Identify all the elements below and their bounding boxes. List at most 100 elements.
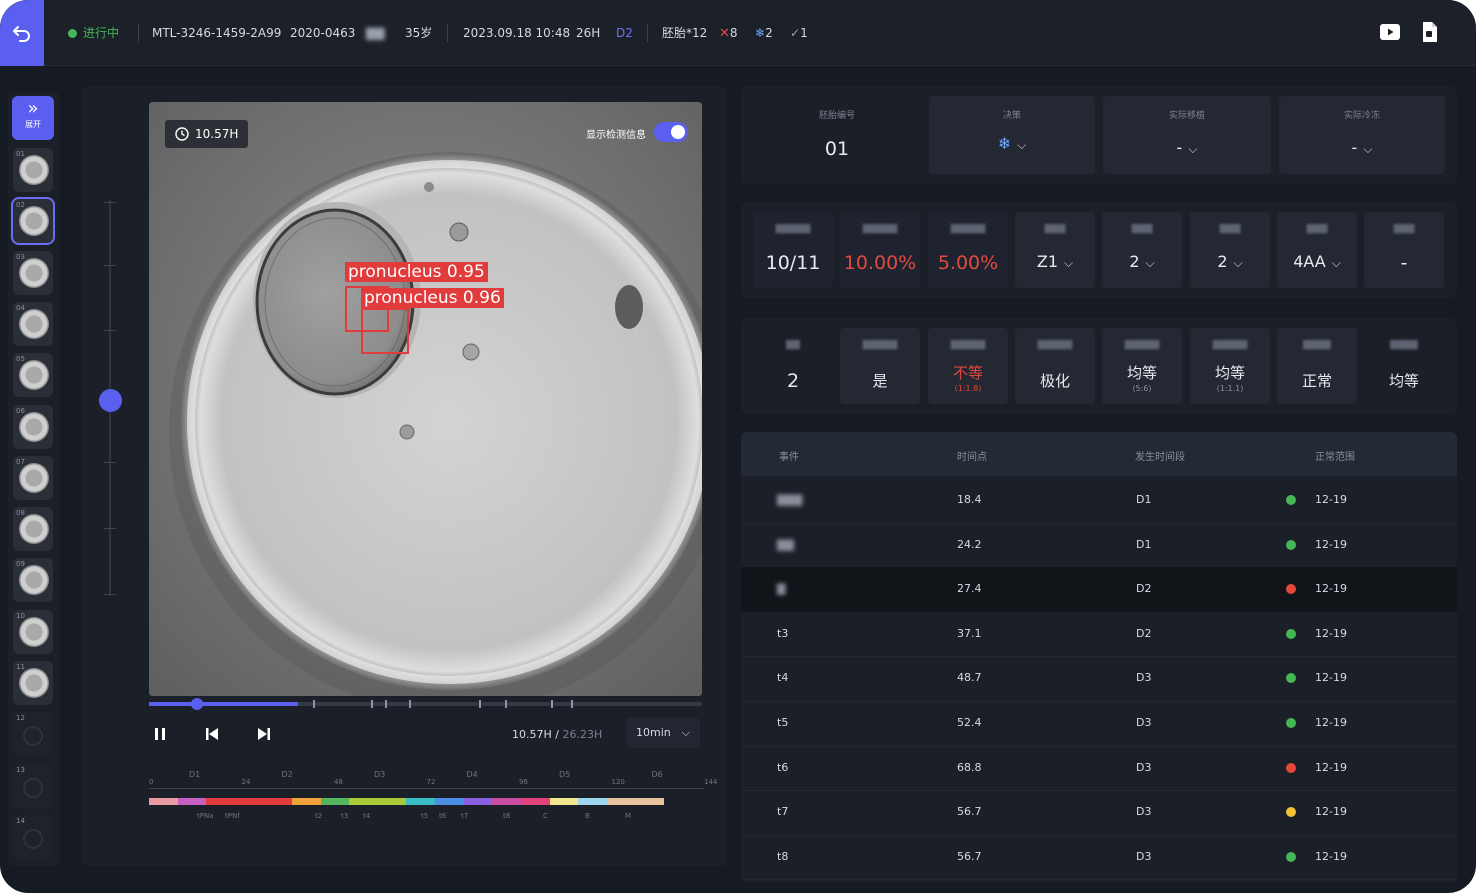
embryo-thumbnail[interactable]: 08 (13, 507, 53, 552)
report-document-icon[interactable] (1418, 20, 1442, 44)
chevron-down-icon: ⌵ (1331, 256, 1341, 270)
embryo-thumbnail[interactable]: 05 (13, 353, 53, 398)
embryo-preview-image (19, 565, 49, 596)
snowflake-icon: ❄ (755, 26, 766, 40)
score-select[interactable]: ▇▇▇ Z1 ⌵ (1015, 212, 1095, 288)
status-dot (1286, 495, 1296, 505)
status-dot (1286, 718, 1296, 728)
table-row[interactable]: t8 56.7 D3 12-19 (741, 835, 1457, 880)
embryo-thumbnail[interactable]: 09 (13, 558, 53, 603)
table-row[interactable]: t7 56.7 D3 12-19 (741, 790, 1457, 835)
actual-transfer-select[interactable]: 实际移植 - ⌵ (1103, 96, 1271, 174)
range-cell: 12-19 (1315, 582, 1347, 596)
table-row[interactable]: ▇ 27.4 D2 12-19 (741, 567, 1457, 612)
actual-transfer-label: 实际移植 (1168, 111, 1205, 121)
detection-toggle-switch[interactable] (654, 122, 688, 142)
back-button[interactable] (0, 0, 44, 66)
table-row[interactable]: ▇▇ 24.2 D1 12-19 (741, 523, 1457, 568)
feature-card: ▇▇▇▇▇ 极化 (1015, 328, 1095, 404)
development-timeline[interactable]: D1 D2 D3 D4 D5 D6 0 24 48 72 96 120 144 tPNa tPNf t2 t3… (149, 770, 717, 830)
embryo-thumbnail[interactable]: 03 (13, 250, 53, 295)
timeline-hour-label: 96 (519, 778, 528, 786)
table-row[interactable]: t6 68.8 D3 12-19 (741, 746, 1457, 791)
feature-card: ▇▇▇▇ 正常 (1277, 328, 1357, 404)
timeline-day-label: D1 (189, 770, 201, 779)
embryo-thumbnail[interactable]: 07 (13, 455, 53, 500)
embryo-number-label: 胚胎编号 (818, 111, 855, 121)
time-cell: 27.4 (957, 582, 982, 596)
period-cell: D3 (1136, 716, 1152, 729)
total-time: 26.23H (562, 728, 603, 741)
table-row[interactable]: t5 52.4 D3 12-19 (741, 701, 1457, 746)
playback-interval-select[interactable]: 10min ⌵ (626, 718, 700, 748)
embryo-thumbnail[interactable]: 12 (13, 712, 53, 757)
cleavage-features-panel: ▇▇ 2 ▇▇▇▇▇ 是 ▇▇▇▇▇ 不等 (1:1.8) ▇▇▇▇▇ 极化 ▇▇▇▇▇ 均等 (5:… (741, 318, 1457, 414)
embryo-number-card: 胚胎编号 01 (749, 96, 925, 174)
time-cell: 48.7 (957, 671, 982, 685)
feature-card: ▇▇ 2 (753, 328, 833, 404)
embryo-video-frame[interactable]: 10.57H 显示检测信息 pronucleus 0.95 pronucleus… (149, 102, 702, 696)
range-cell: 12-19 (1315, 671, 1347, 685)
focal-plane-slider-handle[interactable] (99, 389, 122, 412)
embryo-decision-panel: 胚胎编号 01 决策 ❄ ⌵ 实际移植 - ⌵ 实际冷冻 - ⌵ (741, 86, 1457, 184)
skip-previous-icon[interactable] (202, 724, 222, 744)
discard-count-value: 8 (729, 26, 738, 40)
timeline-event-label: t2 (315, 812, 323, 820)
timeline-segment (206, 798, 235, 805)
timeline-segment (520, 798, 550, 805)
timeline-segment (549, 798, 579, 805)
score-caption: ▇▇▇▇▇ (862, 224, 898, 234)
embryo-thumbnail[interactable]: 04 (13, 301, 53, 346)
embryo-preview-image (19, 155, 49, 185)
pause-icon[interactable] (150, 724, 170, 744)
score-select[interactable]: ▇▇▇ 2 ⌵ (1190, 212, 1270, 288)
period-cell: D2 (1136, 626, 1152, 640)
timeline-segment (578, 798, 607, 805)
embryo-thumbnail[interactable]: 01 (13, 148, 53, 192)
table-row[interactable]: ▇▇▇ 18.4 D1 12-19 (741, 478, 1457, 523)
timeline-segment (463, 798, 493, 805)
patient-id: MTL-3246-1459-2A99 (152, 26, 282, 40)
period-cell: D3 (1136, 805, 1152, 819)
feature-value: 2 (786, 370, 800, 392)
timeline-axis (149, 788, 704, 789)
column-header-period: 发生时间段 (1135, 452, 1185, 463)
time-cell: 68.8 (957, 760, 982, 774)
embryo-thumbnail[interactable]: 06 (13, 404, 53, 449)
embryo-thumbnail[interactable]: 10 (13, 609, 53, 654)
playback-progress-bar[interactable] (149, 698, 702, 710)
decision-select[interactable]: 决策 ❄ ⌵ (929, 96, 1095, 174)
table-row[interactable]: t4 48.7 D3 12-19 (741, 656, 1457, 701)
expand-label: 展开 (25, 120, 41, 129)
thumbnail-number: 13 (16, 765, 25, 774)
expand-sidebar-button[interactable]: » 展开 (12, 96, 54, 140)
embryo-preview-image (19, 411, 49, 442)
elapsed-hours: 26H (576, 26, 601, 40)
progress-fill (149, 702, 299, 706)
embryo-thumbnail[interactable]: 13 (13, 763, 53, 808)
skip-next-icon[interactable] (254, 724, 274, 744)
score-value: 10/11 (765, 252, 821, 274)
score-select[interactable]: ▇▇▇ 4AA ⌵ (1277, 212, 1357, 288)
table-row[interactable]: t3 37.1 D2 12-19 (741, 612, 1457, 657)
timeline-event-label: tPNa (197, 812, 214, 820)
score-select[interactable]: ▇▇▇ 2 ⌵ (1102, 212, 1182, 288)
embryo-preview-image (19, 462, 49, 493)
feature-caption: ▇▇▇▇▇ (862, 340, 898, 350)
actual-freeze-select[interactable]: 实际冷冻 - ⌵ (1279, 96, 1445, 174)
score-caption: ▇▇▇ (1219, 224, 1241, 234)
progress-handle[interactable] (191, 698, 203, 710)
embryo-thumbnail[interactable]: 02 (11, 197, 55, 246)
timeline-hour-label: 120 (611, 778, 625, 786)
event-marker (551, 700, 553, 708)
score-caption: ▇▇▇▇▇ (950, 224, 986, 234)
events-table: 事件 时间点 发生时间段 正常范围 ▇▇▇ 18.4 D1 12-19 ▇▇ 24.2 D1… (741, 432, 1457, 882)
timeline-color-bar (149, 798, 664, 805)
thumbnail-number: 07 (16, 457, 25, 466)
video-export-icon[interactable] (1378, 20, 1402, 44)
embryo-thumbnail[interactable]: 11 (13, 661, 53, 705)
feature-value: 均等 (1388, 372, 1419, 390)
embryo-thumbnail[interactable]: 14 (13, 814, 53, 859)
embryo-image (149, 102, 702, 696)
period-cell: D3 (1136, 849, 1152, 863)
